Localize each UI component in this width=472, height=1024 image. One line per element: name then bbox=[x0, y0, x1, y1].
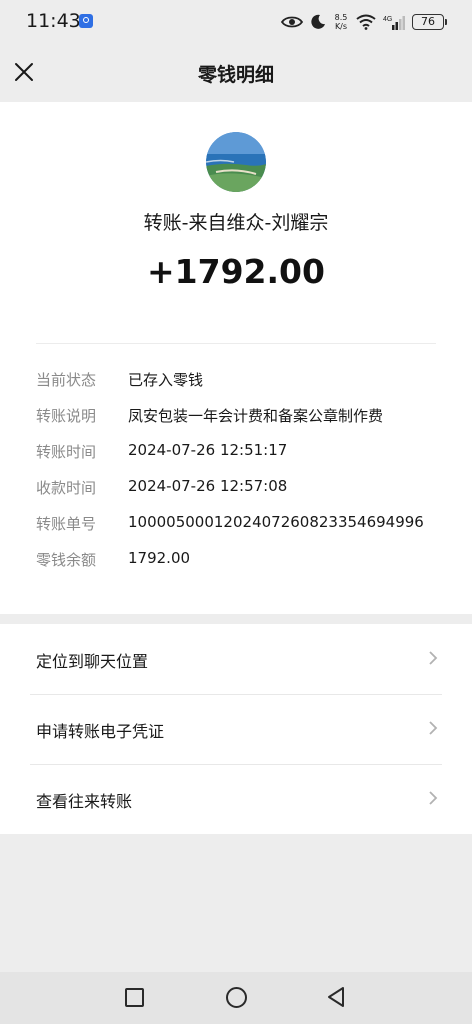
detail-label: 当前状态 bbox=[36, 371, 97, 389]
detail-row-transfer-id: 转账单号 1000050001202407260823354694996 bbox=[36, 504, 446, 540]
menu-item-view-transfers[interactable]: 查看往来转账 bbox=[0, 764, 472, 834]
net-speed: 8.5 K/s bbox=[333, 13, 349, 31]
menu-item-request-voucher[interactable]: 申请转账电子凭证 bbox=[0, 694, 472, 764]
detail-row-transfer-time: 转账时间 2024-07-26 12:51:17 bbox=[36, 432, 446, 468]
chevron-right-icon bbox=[429, 651, 438, 665]
battery-indicator: 76 bbox=[412, 14, 447, 30]
detail-value: 凤安包装一年会计费和备案公章制作费 bbox=[128, 407, 384, 425]
detail-value: 1792.00 bbox=[128, 549, 191, 567]
chevron-right-icon bbox=[429, 791, 438, 805]
menu-item-label: 定位到聊天位置 bbox=[36, 652, 149, 671]
net-speed-unit: K/s bbox=[334, 22, 348, 31]
signal-icon: 4G bbox=[383, 16, 405, 30]
detail-label: 转账单号 bbox=[36, 515, 97, 533]
network-type: 4G bbox=[383, 16, 392, 23]
payer-title: 转账-来自维众-刘耀宗 bbox=[143, 212, 329, 234]
detail-value: 已存入零钱 bbox=[128, 371, 204, 389]
page-title: 零钱明细 bbox=[197, 64, 274, 86]
transfer-amount: +1792.00 bbox=[147, 252, 325, 291]
net-speed-value: 8.5 bbox=[334, 13, 348, 22]
detail-value: 2024-07-26 12:51:17 bbox=[128, 441, 288, 459]
wifi-icon bbox=[356, 14, 376, 30]
menu-item-label: 申请转账电子凭证 bbox=[36, 722, 165, 741]
status-bar: 11:43 8.5 K/s 4G 76 bbox=[0, 0, 472, 44]
detail-label: 收款时间 bbox=[36, 479, 97, 497]
menu-item-locate-chat[interactable]: 定位到聊天位置 bbox=[0, 624, 472, 694]
transaction-details: 当前状态 已存入零钱 转账说明 凤安包装一年会计费和备案公章制作费 转账时间 2… bbox=[36, 360, 446, 576]
chevron-right-icon bbox=[429, 721, 438, 735]
menu-item-label: 查看往来转账 bbox=[36, 792, 133, 811]
detail-row-status: 当前状态 已存入零钱 bbox=[36, 360, 446, 396]
back-icon[interactable] bbox=[326, 986, 346, 1008]
detail-value: 2024-07-26 12:57:08 bbox=[128, 477, 288, 495]
system-nav-bar bbox=[0, 972, 472, 1024]
action-menu: 定位到聊天位置 申请转账电子凭证 查看往来转账 bbox=[0, 624, 472, 834]
divider bbox=[36, 343, 436, 344]
moon-icon bbox=[311, 14, 325, 29]
detail-row-note: 转账说明 凤安包装一年会计费和备案公章制作费 bbox=[36, 396, 446, 432]
app-notification-icon bbox=[79, 14, 93, 28]
status-time: 11:43 bbox=[26, 10, 81, 32]
detail-row-receive-time: 收款时间 2024-07-26 12:57:08 bbox=[36, 468, 446, 504]
status-indicators: 8.5 K/s 4G 76 bbox=[281, 11, 447, 33]
nav-bar: 零钱明细 bbox=[0, 44, 472, 102]
transaction-card: 转账-来自维众-刘耀宗 +1792.00 当前状态 已存入零钱 转账说明 凤安包… bbox=[0, 102, 472, 614]
detail-label: 转账说明 bbox=[36, 407, 97, 425]
home-icon[interactable] bbox=[226, 987, 247, 1008]
detail-label: 零钱余额 bbox=[36, 551, 97, 569]
detail-row-balance: 零钱余额 1792.00 bbox=[36, 540, 446, 576]
recent-apps-icon[interactable] bbox=[125, 988, 144, 1007]
detail-value: 1000050001202407260823354694996 bbox=[128, 513, 424, 531]
eye-icon bbox=[281, 16, 303, 28]
detail-label: 转账时间 bbox=[36, 443, 97, 461]
avatar bbox=[206, 132, 266, 192]
